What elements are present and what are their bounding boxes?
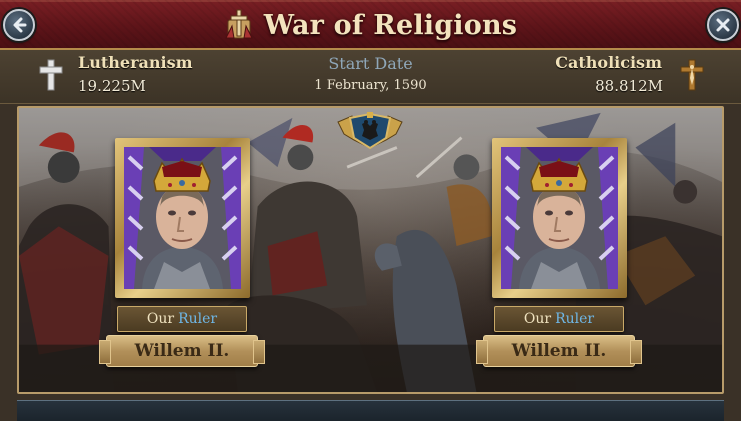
bottom-panel-edge (17, 400, 724, 421)
right-ruler-name: Willem II. (511, 341, 607, 361)
left-ruler-prefix: Our (146, 311, 175, 327)
right-religion-count: 88.812M (595, 77, 663, 95)
left-ruler-role: Ruler (178, 311, 218, 327)
right-ruler-role: Ruler (555, 311, 595, 327)
left-ruler-name-plaque: Willem II. (99, 335, 265, 367)
left-ruler-role-plaque: Our Ruler (117, 306, 247, 332)
right-religion-name: Catholicism (555, 53, 662, 72)
page-title: War of Religions (263, 9, 518, 41)
religion-war-icon (224, 9, 253, 39)
right-ruler-prefix: Our (523, 311, 552, 327)
close-button[interactable] (707, 9, 739, 41)
right-ruler-portrait[interactable] (492, 138, 627, 298)
right-ruler-role-plaque: Our Ruler (494, 306, 624, 332)
left-ruler-portrait-image (124, 147, 241, 289)
ruler-face-icon (501, 147, 618, 289)
ruler-face-icon (124, 147, 241, 289)
close-icon (716, 18, 730, 32)
left-ruler-name: Willem II. (134, 341, 230, 361)
left-ruler-portrait[interactable] (115, 138, 250, 298)
title-bar: War of Religions (0, 0, 741, 50)
right-ruler-portrait-image (501, 147, 618, 289)
religion-info-bar: Lutheranism 19.225M Start Date 1 Februar… (0, 50, 741, 104)
right-ruler-name-plaque: Willem II. (476, 335, 642, 367)
crucifix-icon (680, 59, 704, 91)
double-headed-eagle-emblem (337, 112, 403, 150)
